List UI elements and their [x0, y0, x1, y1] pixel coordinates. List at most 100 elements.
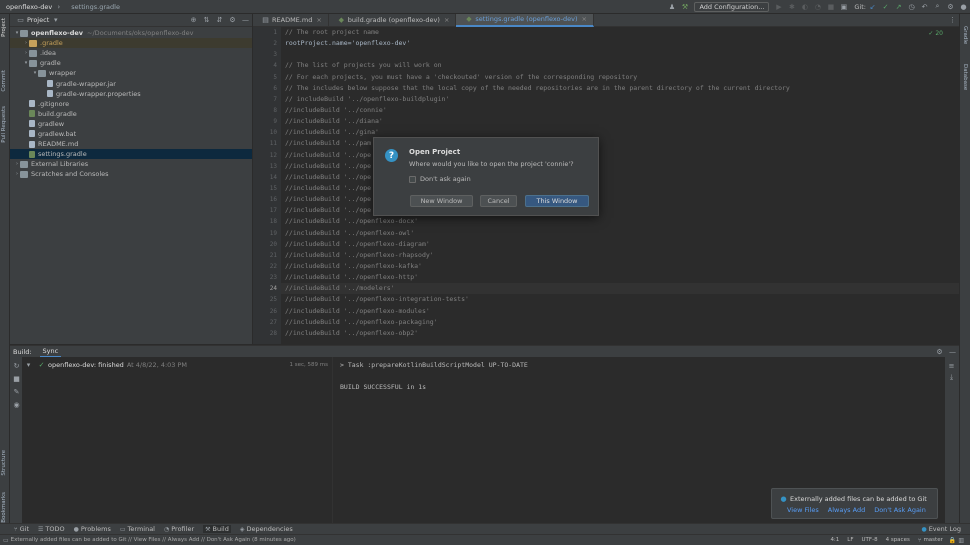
tree-item[interactable]: gradlew.bat	[10, 129, 252, 139]
coverage-icon[interactable]: ◐	[800, 2, 809, 11]
tree-item[interactable]: ▾ gradle	[10, 58, 252, 68]
dont-ask-again-link[interactable]: Don't Ask Again	[874, 506, 926, 514]
stop-icon[interactable]: ■	[12, 374, 21, 383]
always-add-link[interactable]: Always Add	[828, 506, 865, 514]
debug-icon[interactable]: ✱	[787, 2, 796, 11]
checkbox-box[interactable]	[409, 175, 416, 183]
settings-icon[interactable]: ⚙	[935, 347, 944, 356]
soft-wrap-icon[interactable]: ≡	[947, 361, 956, 370]
tree-item[interactable]: › Scratches and Consoles	[10, 169, 252, 179]
tool-tab-bookmarks[interactable]: Bookmarks	[1, 492, 7, 523]
breadcrumb-file[interactable]: settings.gradle	[71, 3, 120, 11]
eye-icon[interactable]: ◉	[12, 400, 21, 409]
dont-ask-checkbox[interactable]: Don't ask again	[409, 175, 471, 183]
inspection-widget[interactable]: ✓ 20	[928, 30, 943, 37]
tree-item[interactable]: .gitignore	[10, 99, 252, 109]
this-window-button[interactable]: This Window	[525, 195, 589, 207]
cancel-button[interactable]: Cancel	[480, 195, 517, 207]
lock-icon[interactable]: 🔒	[949, 537, 956, 544]
tree-item[interactable]: › .idea	[10, 48, 252, 58]
tab-build-gradle[interactable]: ◆ build.gradle (openflexo-dev) ×	[329, 13, 457, 27]
code-line: // The list of projects you will work on	[285, 61, 442, 70]
tool-tab-database[interactable]: Database	[962, 64, 968, 90]
tree-item[interactable]: gradle-wrapper.jar	[10, 78, 252, 88]
tab-settings-gradle[interactable]: ◆ settings.gradle (openflexo-dev) ×	[456, 13, 594, 27]
line-separator[interactable]: LF	[847, 537, 853, 543]
tree-item[interactable]: ▾ openflexo-dev ~/Documents/oks/openflexo-…	[10, 28, 252, 38]
status-panel-icon[interactable]: ▭	[3, 537, 9, 544]
profile-icon[interactable]: ◔	[813, 2, 822, 11]
tree-item[interactable]: › External Libraries	[10, 159, 252, 169]
tree-item[interactable]: README.md	[10, 139, 252, 149]
chevron-down-icon[interactable]: ▾	[51, 16, 60, 25]
add-configuration-button[interactable]: Add Configuration...	[694, 1, 770, 12]
settings-icon[interactable]: ⚙	[228, 16, 237, 25]
new-window-button[interactable]: New Window	[410, 195, 473, 207]
tool-tab-pull-requests[interactable]: Pull Requests	[1, 106, 7, 143]
ide-update-icon[interactable]: ●	[959, 2, 968, 11]
memory-icon[interactable]: ▥	[958, 537, 964, 544]
tool-tab-gradle[interactable]: Gradle	[962, 26, 968, 44]
tree-item[interactable]: ▾ wrapper	[10, 68, 252, 78]
indent-setting[interactable]: 4 spaces	[886, 537, 910, 543]
tool-tab-project[interactable]: Project	[1, 18, 7, 37]
search-icon[interactable]: ⌕	[933, 2, 942, 11]
tab-sync[interactable]: Sync	[39, 346, 62, 358]
pin-icon[interactable]: ✎	[12, 387, 21, 396]
stop-icon[interactable]: ■	[826, 2, 835, 11]
close-icon[interactable]: ×	[316, 16, 321, 24]
bottom-tab-git[interactable]: ⑂ Git	[14, 525, 29, 533]
git-push-icon[interactable]: ↗	[894, 2, 903, 11]
rollback-icon[interactable]: ↶	[920, 2, 929, 11]
minimize-icon[interactable]: —	[948, 347, 957, 356]
hammer-icon[interactable]: ⚒	[680, 2, 689, 11]
locate-icon[interactable]: ⊕	[189, 16, 198, 25]
line-number: 10	[269, 129, 277, 137]
tree-item[interactable]: build.gradle	[10, 109, 252, 119]
bottom-tab-terminal[interactable]: ▭ Terminal	[120, 525, 155, 533]
tree-item[interactable]: › .gradle	[10, 38, 252, 49]
bottom-tab-build[interactable]: ⚒ Build	[203, 525, 231, 533]
view-files-link[interactable]: View Files	[787, 506, 819, 514]
close-icon[interactable]: ×	[582, 15, 587, 23]
tree-item[interactable]: gradle-wrapper.properties	[10, 89, 252, 99]
close-icon[interactable]: ×	[444, 16, 449, 24]
tool-tab-structure[interactable]: Structure	[1, 450, 7, 476]
bottom-tab-label: Profiler	[171, 525, 195, 533]
expand-all-icon[interactable]: ⇅	[202, 16, 211, 25]
file-encoding[interactable]: UTF-8	[862, 537, 878, 543]
bottom-tab-problems[interactable]: ● Problems	[74, 525, 111, 533]
git-branch[interactable]: master	[923, 537, 942, 543]
device-icon[interactable]: ▣	[839, 2, 848, 11]
status-message[interactable]: Externally added files can be added to G…	[11, 537, 296, 543]
minimize-icon[interactable]: —	[241, 16, 250, 25]
history-icon[interactable]: ◷	[907, 2, 916, 11]
project-panel-title[interactable]: Project	[27, 16, 49, 24]
settings-icon[interactable]: ⚙	[946, 2, 955, 11]
refresh-icon[interactable]: ↻	[12, 361, 21, 370]
tree-item[interactable]: gradlew	[10, 119, 252, 129]
file-icon	[29, 130, 35, 138]
bottom-tab-dependencies[interactable]: ◈ Dependencies	[240, 525, 293, 533]
tab-label: README.md	[272, 16, 313, 24]
user-icon[interactable]: ♟	[667, 2, 676, 11]
tool-tab-commit[interactable]: Commit	[1, 70, 7, 92]
bottom-tab-profiler[interactable]: ◔ Profiler	[164, 525, 194, 533]
code-line: // The includes below suppose that the l…	[285, 83, 790, 92]
run-icon[interactable]: ▶	[774, 2, 783, 11]
more-icon[interactable]: ⋮	[948, 16, 957, 25]
git-update-icon[interactable]: ↙	[868, 2, 877, 11]
breadcrumb-project[interactable]: openflexo-dev	[6, 3, 52, 11]
tree-item[interactable]: settings.gradle	[10, 149, 252, 160]
build-entry[interactable]: ▾ ✓ openflexo-dev: finished At 4/8/22, 4…	[22, 359, 332, 371]
cursor-position[interactable]: 4:1	[830, 537, 839, 543]
tab-readme[interactable]: ▤ README.md ×	[253, 13, 329, 27]
chevron-down-icon[interactable]: ▾	[24, 361, 33, 370]
git-commit-icon[interactable]: ✓	[881, 2, 890, 11]
line-number: 21	[269, 251, 277, 259]
collapse-all-icon[interactable]: ⇵	[215, 16, 224, 25]
line-number: 20	[269, 240, 277, 248]
scroll-end-icon[interactable]: ⤓	[947, 373, 956, 382]
bottom-tab-todo[interactable]: ☰ TODO	[38, 525, 65, 533]
event-log-button[interactable]: ● Event Log	[921, 525, 961, 533]
